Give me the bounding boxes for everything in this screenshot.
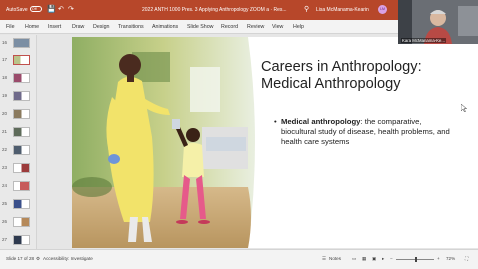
video-participant-tile[interactable]: Kara McManama-Ke... <box>398 0 478 44</box>
slide-thumbnail-pane[interactable]: 16 17 18 19 20 21 22 23 24 25 26 27 <box>0 35 37 249</box>
slide-number: 25 <box>2 201 8 206</box>
slide-thumbnail[interactable]: 26 <box>0 216 37 229</box>
participant-name: Kara McManama-Ke... <box>401 38 446 43</box>
slide-number: 20 <box>2 111 8 116</box>
slide-number: 26 <box>2 219 8 224</box>
tab-record[interactable]: Record <box>221 24 238 30</box>
slide-thumbnail[interactable]: 24 <box>0 180 37 193</box>
notes-button[interactable]: Notes <box>329 256 341 261</box>
slide-photo-healthcare-worker-and-child[interactable] <box>72 37 262 248</box>
slide-sorter-icon[interactable]: ▦ <box>362 256 366 262</box>
slide-thumbnail[interactable]: 27 <box>0 234 37 247</box>
slide-title[interactable]: Careers in Anthropology: Medical Anthrop… <box>261 59 471 93</box>
slide-thumbnail[interactable]: 23 <box>0 162 37 175</box>
tab-transitions[interactable]: Transitions <box>118 24 144 30</box>
slide-counter: Slide 17 of 28 <box>6 256 35 261</box>
slide-number: 16 <box>2 40 8 45</box>
zoom-in-icon[interactable]: + <box>437 256 440 261</box>
slide-thumbnail[interactable]: 16 <box>0 37 37 50</box>
tab-home[interactable]: Home <box>25 24 39 30</box>
accessibility-status[interactable]: Accessibility: Investigate <box>43 256 93 261</box>
undo-icon[interactable]: ↶ <box>58 5 64 13</box>
accessibility-icon[interactable]: ⚙ <box>36 256 40 262</box>
slide-number: 21 <box>2 129 8 134</box>
document-title: 2022 ANTH 1000 Pres. 3 Applying Anthropo… <box>142 7 287 13</box>
zoom-out-icon[interactable]: − <box>390 256 393 261</box>
slide-number: 24 <box>2 183 8 188</box>
slide-bullet[interactable]: • Medical anthropology: the comparative,… <box>274 117 451 147</box>
slide-number: 23 <box>2 165 8 170</box>
current-slide[interactable]: Careers in Anthropology: Medical Anthrop… <box>72 37 478 248</box>
tab-file[interactable]: File <box>6 24 15 30</box>
slide-number: 22 <box>2 147 8 152</box>
tab-slide-show[interactable]: Slide Show <box>187 24 214 30</box>
tab-design[interactable]: Design <box>93 24 110 30</box>
redo-icon[interactable]: ↷ <box>68 5 74 13</box>
autosave-toggle[interactable]: Off <box>30 6 42 12</box>
bullet-dot-icon: • <box>274 117 277 126</box>
slide-thumbnail[interactable]: 21 <box>0 126 37 139</box>
tab-view[interactable]: View <box>272 24 283 30</box>
tab-draw[interactable]: Draw <box>72 24 84 30</box>
status-bar: Slide 17 of 28 ⚙ Accessibility: Investig… <box>0 249 478 269</box>
user-name[interactable]: Lisa McManama-Kearin <box>316 7 369 13</box>
save-icon[interactable]: 💾 <box>47 5 56 13</box>
avatar[interactable]: LM <box>378 5 387 14</box>
fit-to-window-icon[interactable]: ⛶ <box>465 256 468 261</box>
mouse-pointer-icon <box>461 104 467 112</box>
slide-thumbnail[interactable]: 20 <box>0 108 37 121</box>
tab-help[interactable]: Help <box>293 24 304 30</box>
autosave-label: AutoSave <box>6 7 28 13</box>
search-icon[interactable]: ⚲ <box>304 5 309 13</box>
slide-thumbnail[interactable]: 25 <box>0 198 37 211</box>
slide-thumbnail-active[interactable]: 17 <box>0 54 37 67</box>
notes-icon[interactable]: ☰ <box>322 256 326 262</box>
normal-view-icon[interactable]: ▭ <box>352 256 356 262</box>
slide-number: 19 <box>2 93 8 98</box>
slide-thumbnail[interactable]: 19 <box>0 90 37 103</box>
tab-animations[interactable]: Animations <box>152 24 178 30</box>
slide-number: 27 <box>2 237 8 242</box>
tab-insert[interactable]: Insert <box>48 24 61 30</box>
bullet-term: Medical anthropology <box>281 117 361 126</box>
slide-editing-canvas[interactable]: Careers in Anthropology: Medical Anthrop… <box>38 35 478 249</box>
slideshow-icon[interactable]: ▸ <box>382 256 384 262</box>
tab-review[interactable]: Review <box>247 24 264 30</box>
zoom-slider-handle[interactable] <box>415 257 417 262</box>
zoom-level[interactable]: 72% <box>446 256 455 261</box>
slide-number: 17 <box>2 57 8 62</box>
slide-thumbnail[interactable]: 22 <box>0 144 37 157</box>
reading-view-icon[interactable]: ▣ <box>372 256 376 262</box>
slide-number: 18 <box>2 75 8 80</box>
slide-thumbnail[interactable]: 18 <box>0 72 37 85</box>
